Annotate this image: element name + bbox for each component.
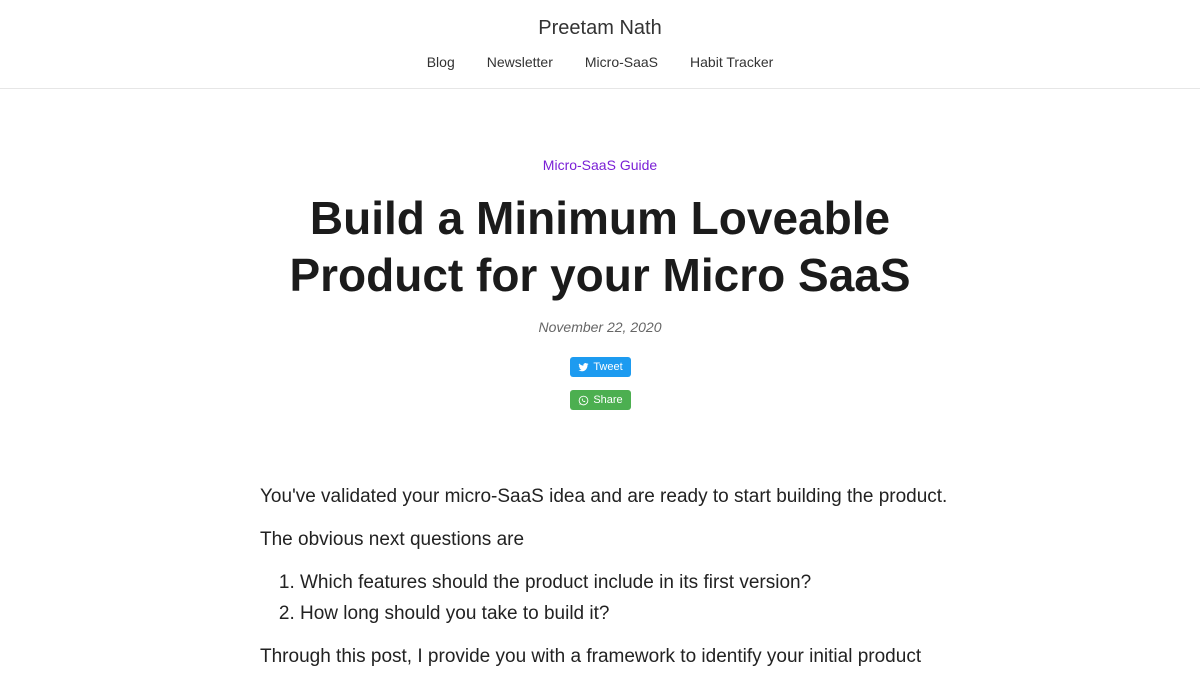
questions-list: Which features should the product includ… xyxy=(260,567,950,629)
site-title-link[interactable]: Preetam Nath xyxy=(0,15,1200,41)
list-item: How long should you take to build it? xyxy=(300,598,950,629)
post-date: November 22, 2020 xyxy=(538,319,662,335)
twitter-bird-icon xyxy=(578,362,589,373)
whatsapp-icon xyxy=(578,395,589,406)
whatsapp-share-button[interactable]: Share xyxy=(570,390,631,410)
list-item: Which features should the product includ… xyxy=(300,567,950,598)
site-header: Preetam Nath Blog Newsletter Micro-SaaS … xyxy=(0,0,1200,89)
nav-item-habit-tracker[interactable]: Habit Tracker xyxy=(690,52,773,72)
nav-item-newsletter[interactable]: Newsletter xyxy=(487,52,553,72)
post-body: You've validated your micro-SaaS idea an… xyxy=(260,481,950,684)
nav-item-micro-saas[interactable]: Micro-SaaS xyxy=(585,52,658,72)
whatsapp-button-label: Share xyxy=(593,394,623,406)
tweet-button[interactable]: Tweet xyxy=(570,357,631,377)
post-category-link[interactable]: Micro-SaaS Guide xyxy=(0,156,1200,174)
post-title: Build a Minimum Loveable Product for you… xyxy=(289,192,911,301)
body-paragraph: You've validated your micro-SaaS idea an… xyxy=(260,486,948,507)
body-paragraph: The obvious next questions are xyxy=(260,529,525,550)
nav-item-blog[interactable]: Blog xyxy=(427,52,455,72)
tweet-button-label: Tweet xyxy=(593,361,623,373)
body-paragraph: Through this post, I provide you with a … xyxy=(260,646,922,667)
main-nav: Blog Newsletter Micro-SaaS Habit Tracker xyxy=(0,52,1200,72)
